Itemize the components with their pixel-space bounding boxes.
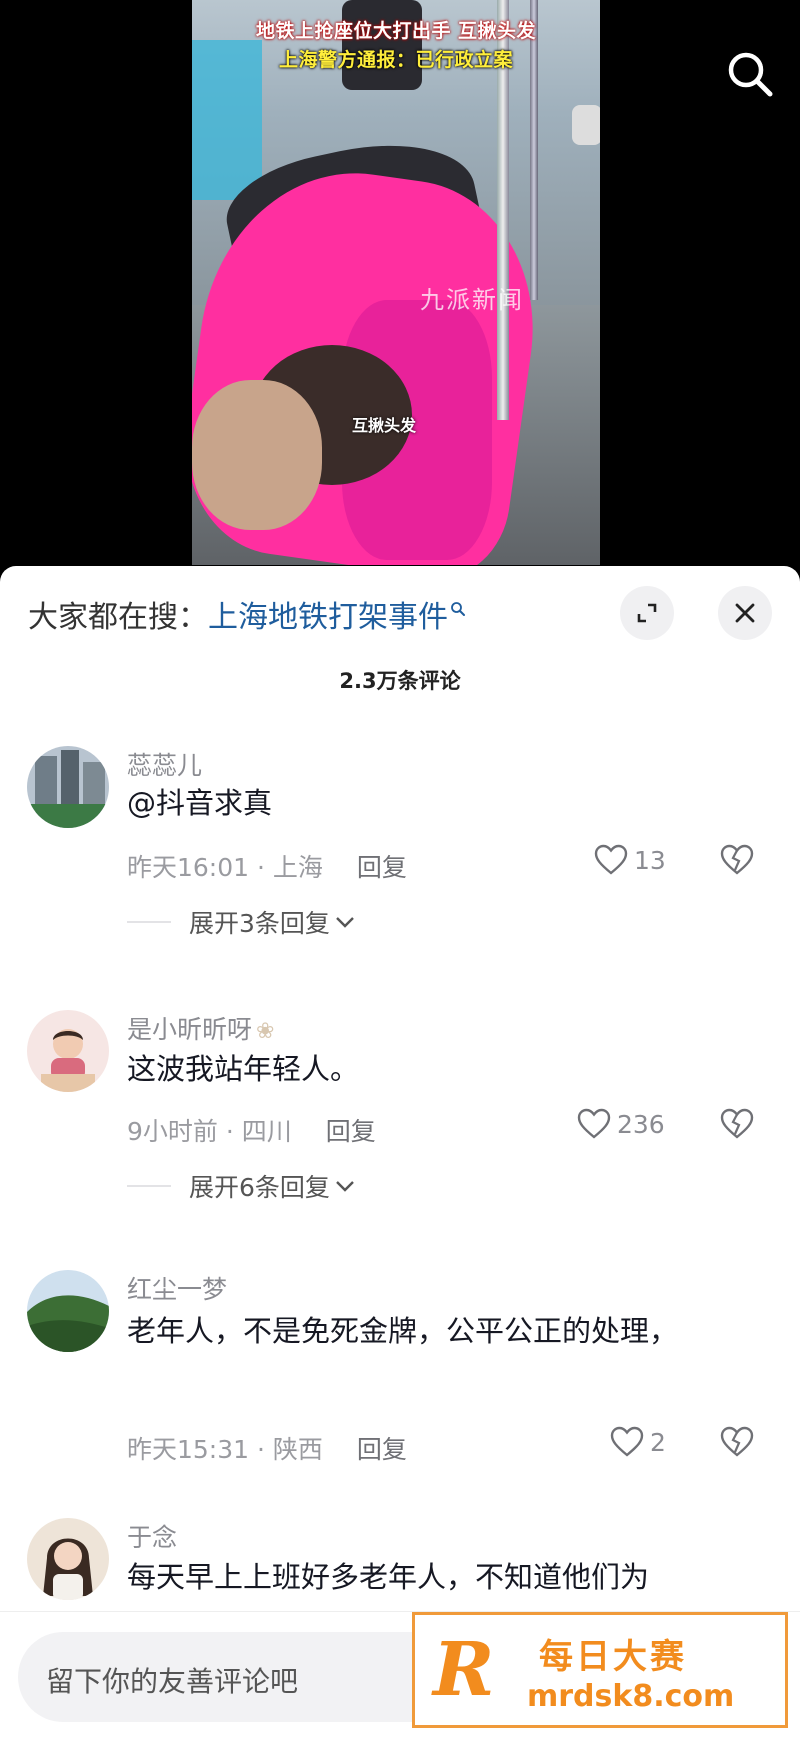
comment-panel: 大家都在搜：上海地铁打架事件 2.3万条评论 蕊蕊儿 @抖音求真 昨天16:01… [0, 566, 800, 1738]
badge-icon: ❀ [256, 1019, 275, 1044]
like-button[interactable]: 236 [577, 1108, 665, 1140]
close-panel-button[interactable] [718, 586, 772, 640]
comment-text: 每天早上上班好多老年人，不知道他们为 [127, 1560, 650, 1594]
comment-author[interactable]: 是小昕昕呀 ❀ [127, 1010, 274, 1046]
comment-time-location: 昨天15:31 · 陕西 [127, 1435, 323, 1464]
avatar[interactable] [27, 1270, 109, 1352]
avatar[interactable] [27, 1518, 109, 1600]
comment-time-location: 9小时前 · 四川 [127, 1117, 292, 1146]
avatar-image [27, 746, 109, 828]
avatar-image [27, 1010, 109, 1092]
comment-count: 2.3万条评论 [339, 669, 461, 693]
expand-replies-label: 展开3条回复 [189, 909, 330, 938]
comment-meta: 9小时前 · 四川 回复 [127, 1112, 376, 1148]
avatar[interactable] [27, 1010, 109, 1092]
ad-url: mrdsk8.com [527, 1679, 735, 1714]
chevron-down-icon [336, 917, 354, 928]
comment-meta: 昨天16:01 · 上海 回复 [127, 848, 407, 884]
expand-panel-button[interactable] [620, 586, 674, 640]
comment-time-location: 昨天16:01 · 上海 [127, 853, 323, 882]
search-icon [728, 52, 773, 97]
expand-replies-label: 展开6条回复 [189, 1173, 330, 1202]
comment-meta: 昨天15:31 · 陕西 回复 [127, 1430, 407, 1466]
comment-author[interactable]: 于念 [127, 1518, 177, 1554]
like-count: 236 [617, 1109, 665, 1139]
avatar-image [27, 1518, 109, 1600]
comment-text: @抖音求真 [127, 786, 273, 820]
comment-author[interactable]: 红尘一梦 [127, 1270, 227, 1306]
broken-heart-icon [720, 1108, 754, 1139]
search-suggestion-prefix: 大家都在搜： [28, 600, 208, 635]
video-face [192, 380, 322, 530]
search-suggestion[interactable]: 大家都在搜：上海地铁打架事件 [28, 592, 466, 636]
video-watermark: 九派新闻 [420, 286, 524, 314]
like-button[interactable]: 13 [594, 844, 666, 876]
like-count: 2 [650, 1427, 666, 1457]
dislike-button[interactable] [720, 1426, 754, 1462]
video-shoe [572, 105, 600, 145]
expand-replies-button[interactable]: 展开3条回复 [127, 904, 356, 940]
reply-button[interactable]: 回复 [326, 1117, 376, 1146]
divider [127, 921, 171, 923]
comment-text: 这波我站年轻人。 [127, 1052, 360, 1086]
dislike-button[interactable] [720, 1108, 754, 1144]
comment-text: 老年人，不是免死金牌，公平公正的处理， [127, 1314, 679, 1348]
heart-icon [577, 1108, 611, 1139]
expand-replies-button[interactable]: 展开6条回复 [127, 1168, 356, 1204]
heart-icon [610, 1426, 644, 1457]
close-icon [735, 603, 755, 623]
ad-logo: R [433, 1627, 495, 1713]
comment-input-placeholder: 留下你的友善评论吧 [46, 1665, 299, 1698]
broken-heart-icon [720, 844, 754, 875]
search-icon [451, 602, 465, 616]
like-button[interactable]: 2 [610, 1426, 666, 1458]
chevron-down-icon [336, 1181, 354, 1192]
search-button[interactable] [724, 48, 776, 100]
broken-heart-icon [720, 1426, 754, 1457]
dislike-button[interactable] [720, 844, 754, 880]
comment-author-name: 是小昕昕呀 [127, 1015, 253, 1044]
ad-banner[interactable]: R 每日大赛 mrdsk8.com [412, 1612, 788, 1728]
video-headline-1: 地铁上抢座位大打出手 互揪头发 [255, 20, 537, 42]
search-suggestion-term[interactable]: 上海地铁打架事件 [208, 600, 448, 635]
video-headline-2: 上海警方通报：已行政立案 [278, 49, 513, 71]
video-frame[interactable] [192, 0, 600, 565]
like-count: 13 [634, 845, 666, 875]
avatar[interactable] [27, 746, 109, 828]
expand-icon [637, 603, 657, 623]
avatar-image [27, 1270, 109, 1352]
reply-button[interactable]: 回复 [357, 1435, 407, 1464]
heart-icon [594, 844, 628, 875]
video-player[interactable]: 地铁上抢座位大打出手 互揪头发 上海警方通报：已行政立案 九派新闻 互揪头发 [0, 0, 800, 580]
divider [127, 1185, 171, 1187]
video-subtitle: 互揪头发 [352, 416, 417, 435]
ad-name: 每日大赛 [539, 1637, 687, 1677]
reply-button[interactable]: 回复 [357, 853, 407, 882]
